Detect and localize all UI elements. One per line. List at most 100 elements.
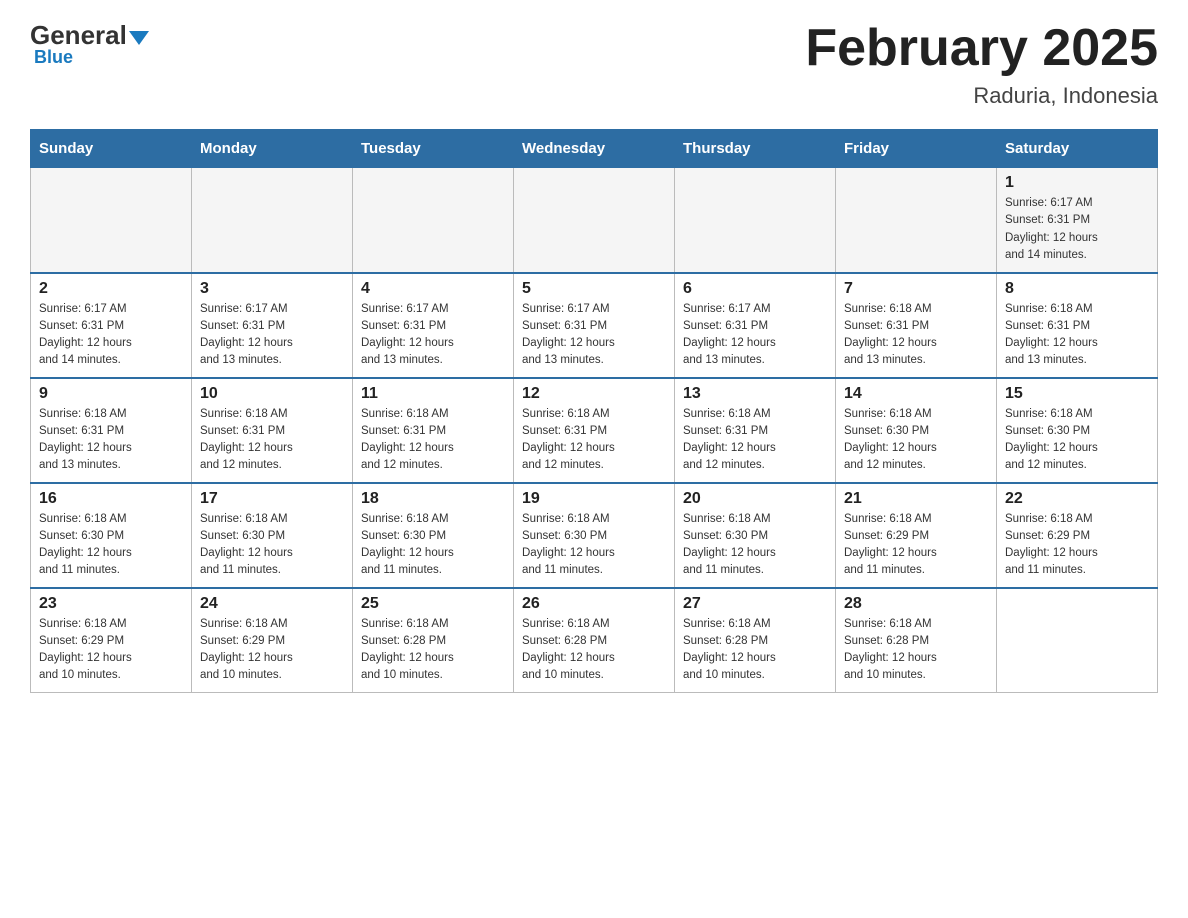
logo-triangle-icon [129, 31, 149, 45]
day-number: 23 [39, 595, 183, 613]
logo: General Blue [30, 20, 149, 68]
day-info: Sunrise: 6:18 AM Sunset: 6:30 PM Dayligh… [39, 511, 183, 580]
day-number: 7 [844, 280, 988, 298]
day-number: 4 [361, 280, 505, 298]
calendar-cell: 17 Sunrise: 6:18 AM Sunset: 6:30 PM Dayli… [192, 483, 353, 588]
calendar-cell: 1Sunrise: 6:17 AM Sunset: 6:31 PM Daylig… [997, 168, 1158, 273]
calendar-cell [353, 168, 514, 273]
calendar-cell: 10 Sunrise: 6:18 AM Sunset: 6:31 PM Dayli… [192, 378, 353, 483]
calendar-cell [836, 168, 997, 273]
day-number: 24 [200, 595, 344, 613]
calendar-cell: 14 Sunrise: 6:18 AM Sunset: 6:30 PM Dayli… [836, 378, 997, 483]
day-number: 27 [683, 595, 827, 613]
day-info: Sunrise: 6:18 AM Sunset: 6:31 PM Dayligh… [844, 301, 988, 370]
day-info: Sunrise: 6:18 AM Sunset: 6:30 PM Dayligh… [1005, 406, 1149, 475]
calendar-cell: 3 Sunrise: 6:17 AM Sunset: 6:31 PM Daylig… [192, 273, 353, 378]
logo-blue-text: Blue [34, 47, 73, 68]
calendar-cell: 13Sunrise: 6:18 AM Sunset: 6:31 PM Dayli… [675, 378, 836, 483]
calendar-cell: 6Sunrise: 6:17 AM Sunset: 6:31 PM Daylig… [675, 273, 836, 378]
day-info: Sunrise: 6:18 AM Sunset: 6:31 PM Dayligh… [361, 406, 505, 475]
day-info: Sunrise: 6:18 AM Sunset: 6:31 PM Dayligh… [200, 406, 344, 475]
col-saturday: Saturday [997, 130, 1158, 168]
calendar-cell [31, 168, 192, 273]
day-info: Sunrise: 6:18 AM Sunset: 6:30 PM Dayligh… [200, 511, 344, 580]
calendar-cell: 23 Sunrise: 6:18 AM Sunset: 6:29 PM Dayli… [31, 588, 192, 693]
day-number: 10 [200, 385, 344, 403]
day-number: 19 [522, 490, 666, 508]
calendar-cell: 7 Sunrise: 6:18 AM Sunset: 6:31 PM Daylig… [836, 273, 997, 378]
day-info: Sunrise: 6:17 AM Sunset: 6:31 PM Dayligh… [39, 301, 183, 370]
title-area: February 2025 Raduria, Indonesia [805, 20, 1158, 109]
day-number: 15 [1005, 385, 1149, 403]
day-number: 13 [683, 385, 827, 403]
calendar-cell: 11 Sunrise: 6:18 AM Sunset: 6:31 PM Dayli… [353, 378, 514, 483]
day-info: Sunrise: 6:18 AM Sunset: 6:31 PM Dayligh… [1005, 301, 1149, 370]
day-number: 22 [1005, 490, 1149, 508]
day-info: Sunrise: 6:18 AM Sunset: 6:31 PM Dayligh… [522, 406, 666, 475]
calendar-week-2: 9 Sunrise: 6:18 AM Sunset: 6:31 PM Daylig… [31, 378, 1158, 483]
day-number: 18 [361, 490, 505, 508]
location-title: Raduria, Indonesia [805, 83, 1158, 109]
day-info: Sunrise: 6:18 AM Sunset: 6:28 PM Dayligh… [522, 616, 666, 685]
calendar-cell: 25 Sunrise: 6:18 AM Sunset: 6:28 PM Dayli… [353, 588, 514, 693]
calendar-cell: 4 Sunrise: 6:17 AM Sunset: 6:31 PM Daylig… [353, 273, 514, 378]
day-number: 25 [361, 595, 505, 613]
day-number: 8 [1005, 280, 1149, 298]
calendar-cell: 24Sunrise: 6:18 AM Sunset: 6:29 PM Dayli… [192, 588, 353, 693]
calendar-cell [514, 168, 675, 273]
calendar-cell: 5Sunrise: 6:17 AM Sunset: 6:31 PM Daylig… [514, 273, 675, 378]
calendar-week-4: 23 Sunrise: 6:18 AM Sunset: 6:29 PM Dayli… [31, 588, 1158, 693]
day-number: 2 [39, 280, 183, 298]
calendar-week-1: 2 Sunrise: 6:17 AM Sunset: 6:31 PM Daylig… [31, 273, 1158, 378]
calendar-cell: 21Sunrise: 6:18 AM Sunset: 6:29 PM Dayli… [836, 483, 997, 588]
day-number: 12 [522, 385, 666, 403]
calendar-cell [997, 588, 1158, 693]
day-number: 9 [39, 385, 183, 403]
calendar-cell: 28 Sunrise: 6:18 AM Sunset: 6:28 PM Dayli… [836, 588, 997, 693]
day-number: 16 [39, 490, 183, 508]
col-wednesday: Wednesday [514, 130, 675, 168]
calendar-cell: 16 Sunrise: 6:18 AM Sunset: 6:30 PM Dayli… [31, 483, 192, 588]
calendar-cell: 18Sunrise: 6:18 AM Sunset: 6:30 PM Dayli… [353, 483, 514, 588]
day-info: Sunrise: 6:18 AM Sunset: 6:30 PM Dayligh… [522, 511, 666, 580]
day-info: Sunrise: 6:17 AM Sunset: 6:31 PM Dayligh… [361, 301, 505, 370]
day-info: Sunrise: 6:18 AM Sunset: 6:29 PM Dayligh… [844, 511, 988, 580]
day-number: 17 [200, 490, 344, 508]
day-info: Sunrise: 6:18 AM Sunset: 6:28 PM Dayligh… [361, 616, 505, 685]
day-info: Sunrise: 6:17 AM Sunset: 6:31 PM Dayligh… [200, 301, 344, 370]
calendar-week-3: 16 Sunrise: 6:18 AM Sunset: 6:30 PM Dayli… [31, 483, 1158, 588]
day-number: 1 [1005, 174, 1149, 192]
day-number: 26 [522, 595, 666, 613]
month-title: February 2025 [805, 20, 1158, 77]
calendar-week-0: 1Sunrise: 6:17 AM Sunset: 6:31 PM Daylig… [31, 168, 1158, 273]
calendar-cell [675, 168, 836, 273]
calendar-cell: 8 Sunrise: 6:18 AM Sunset: 6:31 PM Daylig… [997, 273, 1158, 378]
calendar-cell: 19 Sunrise: 6:18 AM Sunset: 6:30 PM Dayli… [514, 483, 675, 588]
day-info: Sunrise: 6:18 AM Sunset: 6:30 PM Dayligh… [683, 511, 827, 580]
calendar-cell: 15 Sunrise: 6:18 AM Sunset: 6:30 PM Dayli… [997, 378, 1158, 483]
day-info: Sunrise: 6:18 AM Sunset: 6:31 PM Dayligh… [39, 406, 183, 475]
col-thursday: Thursday [675, 130, 836, 168]
calendar-cell [192, 168, 353, 273]
calendar-cell: 26 Sunrise: 6:18 AM Sunset: 6:28 PM Dayli… [514, 588, 675, 693]
day-info: Sunrise: 6:18 AM Sunset: 6:29 PM Dayligh… [39, 616, 183, 685]
calendar-cell: 20Sunrise: 6:18 AM Sunset: 6:30 PM Dayli… [675, 483, 836, 588]
col-sunday: Sunday [31, 130, 192, 168]
calendar-table: Sunday Monday Tuesday Wednesday Thursday… [30, 129, 1158, 693]
day-info: Sunrise: 6:17 AM Sunset: 6:31 PM Dayligh… [683, 301, 827, 370]
day-number: 3 [200, 280, 344, 298]
calendar-cell: 22Sunrise: 6:18 AM Sunset: 6:29 PM Dayli… [997, 483, 1158, 588]
calendar-header-row: Sunday Monday Tuesday Wednesday Thursday… [31, 130, 1158, 168]
page-header: General Blue February 2025 Raduria, Indo… [30, 20, 1158, 109]
calendar-cell: 9 Sunrise: 6:18 AM Sunset: 6:31 PM Daylig… [31, 378, 192, 483]
day-number: 11 [361, 385, 505, 403]
calendar-cell: 27Sunrise: 6:18 AM Sunset: 6:28 PM Dayli… [675, 588, 836, 693]
day-number: 28 [844, 595, 988, 613]
day-info: Sunrise: 6:18 AM Sunset: 6:30 PM Dayligh… [844, 406, 988, 475]
day-number: 5 [522, 280, 666, 298]
day-info: Sunrise: 6:18 AM Sunset: 6:28 PM Dayligh… [844, 616, 988, 685]
col-friday: Friday [836, 130, 997, 168]
col-monday: Monday [192, 130, 353, 168]
day-number: 14 [844, 385, 988, 403]
calendar-cell: 12 Sunrise: 6:18 AM Sunset: 6:31 PM Dayli… [514, 378, 675, 483]
